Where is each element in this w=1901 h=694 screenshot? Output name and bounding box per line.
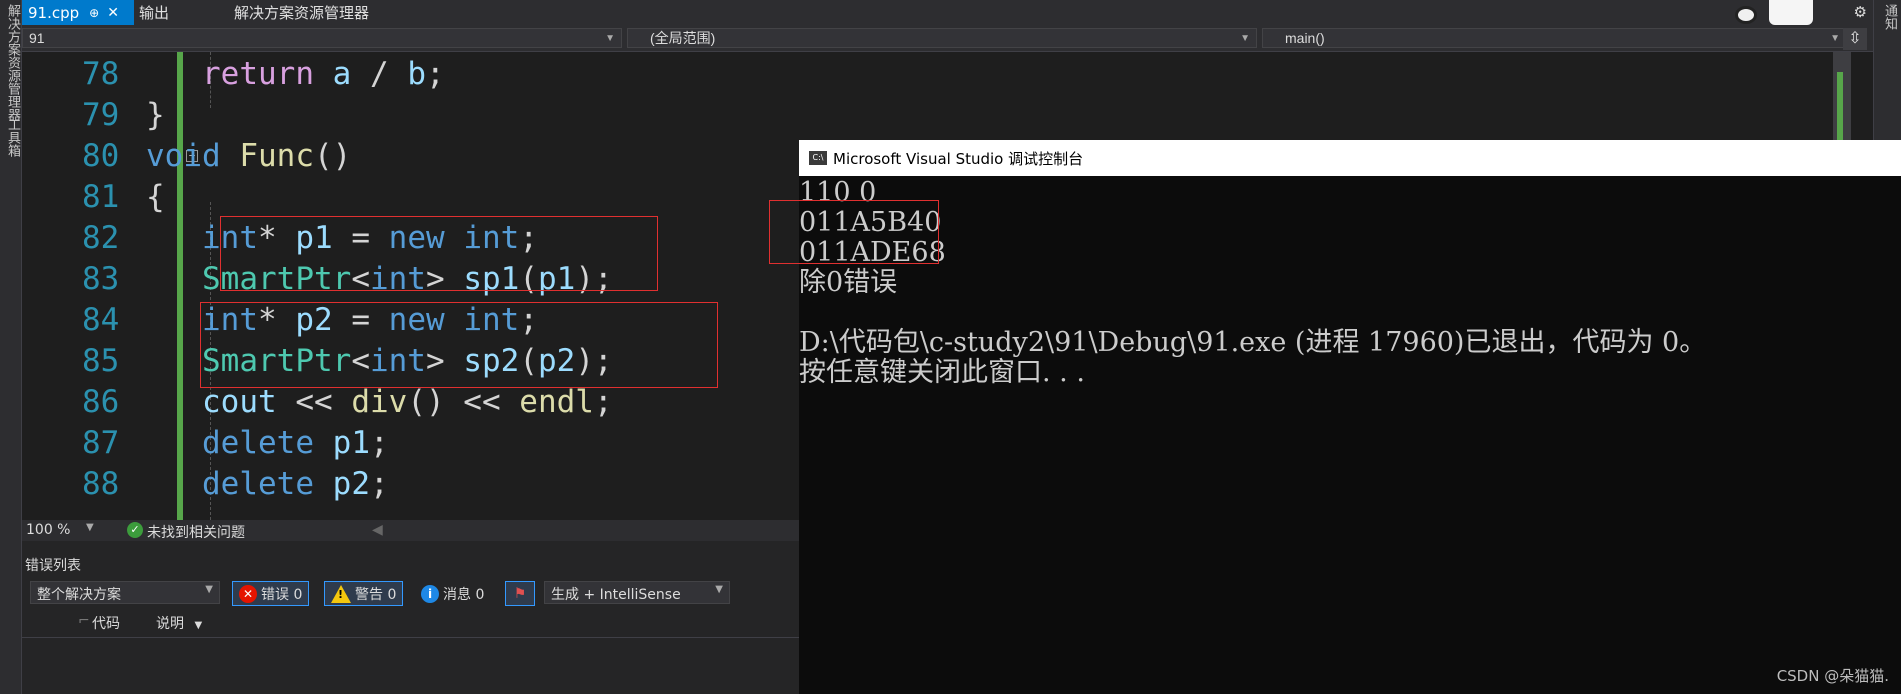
build-source-dropdown[interactable]: 生成 + IntelliSense ▼ (544, 581, 730, 604)
line-number: 84 (82, 302, 120, 338)
code-line[interactable]: 87 delete p1; (22, 423, 799, 463)
tab-solution-explorer[interactable]: 解决方案资源管理器 (234, 0, 369, 25)
notifications-side-tab[interactable]: 通知 (1880, 4, 1899, 30)
member-dropdown[interactable]: main() ▼ (1262, 28, 1847, 48)
console-title-bar[interactable]: C:\ Microsoft Visual Studio 调试控制台 (799, 140, 1901, 176)
console-title: Microsoft Visual Studio 调试控制台 (833, 149, 1084, 168)
sticker-icon (1735, 6, 1757, 24)
chevron-down-icon: ▼ (194, 620, 203, 631)
code-text: } (146, 97, 165, 133)
issues-status[interactable]: 未找到相关问题 (147, 522, 245, 542)
line-number: 87 (82, 425, 120, 461)
highlight-box (769, 200, 939, 264)
line-number: 88 (82, 466, 120, 502)
build-source-value: 生成 + IntelliSense (551, 587, 681, 603)
split-window-button[interactable]: ⇳ (1843, 28, 1867, 50)
line-number: 86 (82, 384, 120, 420)
error-list-panel: 错误列表 整个解决方案 ▼ ✕ 错误 0 ! 警告 0 i 消息 0 ⚑ 生成 … (22, 541, 799, 694)
check-circle-icon: ✓ (127, 522, 143, 538)
header-divider (22, 637, 799, 638)
document-tab-bar: 91.cpp ⊕ ✕ 输出 解决方案资源管理器 ⚙ (22, 0, 1873, 25)
line-number: 85 (82, 343, 120, 379)
project-label: 91 (29, 30, 45, 46)
code-line[interactable]: 78 return a / b; (22, 54, 799, 94)
tab-label: 91.cpp (28, 3, 80, 22)
errors-count: 错误 0 (261, 586, 303, 603)
scope-dropdown[interactable]: (全局范围) ▼ (627, 28, 1257, 48)
solution-explorer-side-tab[interactable]: 解决方案资源管理器 (3, 4, 22, 121)
code-text: cout << div() << endl; (202, 384, 613, 420)
chevron-down-icon: ▼ (605, 33, 615, 44)
navigation-bar: 91 ▼ (全局范围) ▼ main() ▼ ⇳ (22, 25, 1873, 52)
error-icon: ✕ (239, 584, 257, 603)
code-text: void Func() (146, 138, 352, 174)
sticker-image (1769, 0, 1813, 25)
info-icon: i (421, 584, 439, 603)
line-number: 83 (82, 261, 120, 297)
highlight-box (220, 216, 658, 291)
member-label: main() (1285, 30, 1325, 46)
chevron-down-icon: ▼ (715, 584, 723, 595)
debug-console-window[interactable]: C:\ Microsoft Visual Studio 调试控制台 110 0 … (769, 140, 1901, 694)
tab-output[interactable]: 输出 (139, 0, 169, 25)
highlight-box (200, 302, 718, 388)
warning-icon: ! (331, 584, 351, 603)
project-dropdown[interactable]: 91 ▼ (22, 28, 622, 48)
warnings-count: 警告 0 (355, 586, 397, 603)
toolbox-side-tab[interactable]: 工具箱 (3, 118, 22, 157)
code-text: delete p1; (202, 425, 389, 461)
scope-value: 整个解决方案 (37, 587, 121, 603)
messages-count: 消息 0 (443, 586, 485, 603)
line-number: 80 (82, 138, 120, 174)
chevron-down-icon[interactable]: ▼ (86, 522, 94, 533)
code-line[interactable]: 86 cout << div() << endl; (22, 382, 799, 422)
editor-status-strip: 100 % ▼ ✓ 未找到相关问题 ◀ (22, 520, 799, 541)
chevron-down-icon: ▼ (1830, 33, 1840, 44)
error-list-title: 错误列表 (25, 558, 81, 574)
errors-filter-button[interactable]: ✕ 错误 0 (232, 581, 310, 606)
left-tool-strip: 解决方案资源管理器 工具箱 (0, 0, 22, 694)
column-header-code[interactable]: 代码 (92, 613, 120, 637)
pin-icon[interactable]: ⊕ (89, 6, 99, 20)
column-resize-handle[interactable]: ⌐ (78, 613, 90, 637)
line-number: 78 (82, 56, 120, 92)
console-line: D:\代码包\c-study2\91\Debug\91.exe (进程 1796… (799, 327, 1707, 358)
zoom-level[interactable]: 100 % (26, 522, 70, 538)
line-number: 82 (82, 220, 120, 256)
code-editor[interactable]: − 78 return a / b; 79} 80 void Func() 81{82 in… (22, 52, 799, 520)
code-line[interactable]: 79} (22, 95, 799, 135)
line-number: 79 (82, 97, 120, 133)
chevron-down-icon: ▼ (205, 584, 213, 595)
column-header-description-label: 说明 (156, 616, 184, 632)
close-icon[interactable]: ✕ (107, 5, 119, 21)
filter-icon[interactable]: ⚑ (505, 581, 535, 606)
scroll-left-icon[interactable]: ◀ (372, 522, 383, 538)
tab-91-cpp[interactable]: 91.cpp ⊕ ✕ (22, 0, 134, 25)
chevron-down-icon: ▼ (1240, 33, 1250, 44)
code-line[interactable]: 81 { (22, 177, 799, 217)
console-line: 按任意键关闭此窗口. . . (799, 357, 1085, 388)
console-icon: C:\ (809, 151, 827, 165)
warnings-filter-button[interactable]: ! 警告 0 (324, 581, 404, 606)
code-text: return a / b; (202, 56, 445, 92)
code-text: { (146, 179, 165, 215)
code-text: delete p2; (202, 466, 389, 502)
gear-icon[interactable]: ⚙ (1854, 3, 1867, 21)
code-line[interactable]: 80 void Func() (22, 136, 799, 176)
watermark: CSDN @朵猫猫. (1776, 667, 1889, 685)
messages-filter-button[interactable]: i 消息 0 (415, 581, 490, 606)
scope-dropdown[interactable]: 整个解决方案 ▼ (30, 581, 220, 604)
column-header-description[interactable]: 说明 ▼ (156, 613, 202, 637)
line-number: 81 (82, 179, 120, 215)
console-line: 除0错误 (799, 267, 898, 298)
scope-label: (全局范围) (650, 30, 716, 46)
code-line[interactable]: 88 delete p2; (22, 464, 799, 504)
